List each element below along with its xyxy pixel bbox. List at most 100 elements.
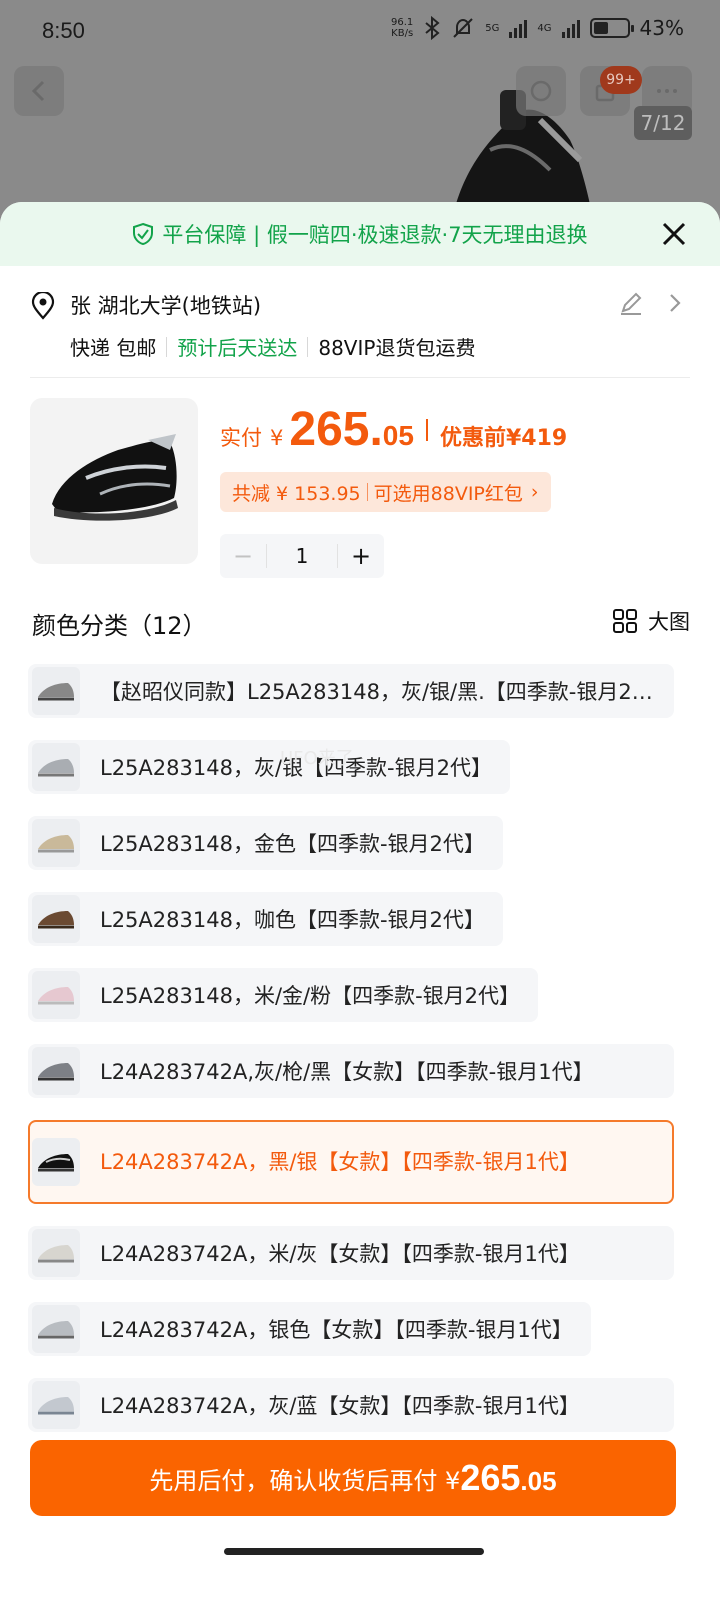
decrease-button[interactable]: −	[220, 542, 266, 570]
variant-option[interactable]: L24A283742A，银色【女款】【四季款-银月1代】	[28, 1302, 591, 1356]
shoe-thumb-icon	[38, 835, 74, 853]
chevron-right-icon[interactable]	[668, 292, 682, 314]
variant-thumbnail	[32, 667, 80, 715]
variant-label: L24A283742A，黑/银【女款】【四季款-银月1代】	[100, 1150, 580, 1174]
watermark: UFO来了	[280, 748, 354, 769]
back-button[interactable]	[14, 66, 64, 116]
status-icons: 96.1 KB/s 5G 4G 43%	[391, 16, 684, 40]
variant-thumbnail	[32, 743, 80, 791]
address-name: 张 湖北大学(地铁站)	[70, 294, 262, 318]
price-before-label: 优惠前	[439, 426, 506, 451]
status-bar: 8:50 96.1 KB/s 5G 4G 43%	[0, 0, 720, 62]
variant-thumbnail	[32, 971, 80, 1019]
big-image-toggle[interactable]: 大图	[612, 606, 690, 636]
shoe-thumb-icon	[38, 683, 74, 701]
discount-pill[interactable]: 共减 ¥ 153.95 可选用88VIP红包 ›	[220, 472, 551, 512]
price-integer: 265.	[289, 403, 383, 456]
close-icon[interactable]	[656, 216, 692, 252]
netspeed-value: 96.1	[391, 17, 414, 28]
variant-label: L25A283148，咖色【四季款-银月2代】	[100, 908, 485, 932]
quantity-value[interactable]: 1	[266, 544, 338, 568]
guarantee-text: 平台保障 | 假一赔四·极速退款·7天无理由退换	[162, 223, 588, 247]
signal-icon-2	[561, 18, 580, 38]
net-4g: 4G	[537, 22, 552, 34]
mute-icon	[453, 18, 474, 38]
variant-option[interactable]: 【赵昭仪同款】L25A283148，灰/银/黑.【四季款-银月2代】	[28, 664, 674, 718]
share-button[interactable]	[516, 66, 566, 116]
variant-label: L24A283742A，银色【女款】【四季款-银月1代】	[100, 1318, 573, 1342]
variant-option[interactable]: L25A283148，灰/银【四季款-银月2代】	[28, 740, 510, 794]
cart-badge: 99+	[600, 66, 642, 94]
variant-label: L24A283742A,灰/枪/黑【女款】【四季款-银月1代】	[100, 1060, 594, 1084]
variant-option[interactable]: L24A283742A,灰/枪/黑【女款】【四季款-银月1代】	[28, 1044, 674, 1098]
variant-thumbnail	[32, 1047, 80, 1095]
vip-return-shipping: 88VIP退货包运费	[318, 336, 476, 360]
chevron-right-icon: ›	[530, 481, 539, 503]
amount-integer: 265	[460, 1457, 521, 1498]
shipping-method: 快递 包邮	[70, 336, 157, 360]
color-section-title: 颜色分类（12）	[32, 612, 207, 640]
sku-selection-sheet: 平台保障 | 假一赔四·极速退款·7天无理由退换 张 湖北大学(地铁站) 快递 …	[0, 202, 720, 1600]
netspeed-unit: KB/s	[391, 28, 414, 39]
price-decimal: 05	[382, 420, 414, 451]
shoe-thumb-icon	[38, 1245, 74, 1263]
image-pager: 7/12	[634, 106, 692, 140]
net-5g: 5G	[485, 22, 500, 34]
battery-percent: 43%	[639, 16, 684, 40]
actual-pay-label: 实付	[220, 426, 262, 450]
product-summary: 实付 ¥ 265. 05 优惠前 ¥419 共减 ¥ 153.95 可选用88V…	[30, 378, 690, 578]
network-speed: 96.1 KB/s	[391, 17, 413, 39]
divider	[166, 336, 168, 357]
variant-thumbnail	[32, 819, 80, 867]
pay-button-amount: 265.05	[460, 1457, 556, 1499]
variant-label: L24A283742A，米/灰【女款】【四季款-银月1代】	[100, 1242, 580, 1266]
variant-option[interactable]: L25A283148，咖色【四季款-银月2代】	[28, 892, 503, 946]
increase-button[interactable]: +	[338, 542, 384, 570]
amount-decimal: .05	[520, 1466, 557, 1496]
variant-option[interactable]: L25A283148，米/金/粉【四季款-银月2代】	[28, 968, 539, 1022]
price-before-value: ¥419	[505, 426, 568, 451]
delivery-address[interactable]: 张 湖北大学(地铁站) 快递 包邮 预计后天送达 88VIP退货包运费	[30, 266, 690, 378]
shoe-thumb-icon	[38, 987, 74, 1005]
location-pin-icon	[31, 292, 55, 320]
vip-red-packet: 可选用88VIP红包	[373, 482, 523, 505]
chevron-left-icon	[31, 80, 45, 102]
battery-icon	[589, 18, 634, 38]
product-thumbnail[interactable]	[30, 398, 198, 564]
pay-later-button[interactable]: 先用后付，确认收货后再付 ¥ 265.05	[30, 1440, 676, 1516]
variant-thumbnail	[32, 1305, 80, 1353]
shoe-thumb-icon	[38, 759, 74, 777]
more-icon	[657, 89, 677, 93]
shipping-info: 快递 包邮 预计后天送达 88VIP退货包运费	[70, 332, 475, 361]
divider	[425, 418, 428, 441]
variant-option[interactable]: L25A283148，金色【四季款-银月2代】	[28, 816, 503, 870]
grid-icon	[613, 609, 637, 633]
delivery-eta: 预计后天送达	[177, 336, 298, 360]
divider	[366, 483, 368, 501]
variant-option-selected[interactable]: L24A283742A，黑/银【女款】【四季款-银月1代】	[28, 1120, 674, 1204]
platform-guarantee-banner: 平台保障 | 假一赔四·极速退款·7天无理由退换	[0, 202, 720, 266]
quantity-stepper: − 1 +	[220, 534, 384, 578]
variant-option[interactable]: L24A283742A，米/灰【女款】【四季款-银月1代】	[28, 1226, 674, 1280]
variant-label: L25A283148，金色【四季款-银月2代】	[100, 832, 485, 856]
edit-icon[interactable]	[618, 290, 644, 316]
big-image-label: 大图	[648, 610, 690, 634]
variant-thumbnail	[32, 1381, 80, 1429]
total-discount: 共减 ¥ 153.95	[232, 482, 361, 505]
pay-button-text: 先用后付，确认收货后再付 ¥	[149, 1466, 461, 1495]
color-variant-list: 【赵昭仪同款】L25A283148，灰/银/黑.【四季款-银月2代】 L25A2…	[28, 664, 676, 1454]
currency-symbol: ¥	[270, 426, 284, 450]
signal-icon	[509, 18, 528, 38]
shoe-thumb-icon	[38, 1154, 74, 1172]
variant-option[interactable]: L24A283742A，灰/蓝【女款】【四季款-银月1代】	[28, 1378, 674, 1432]
home-indicator[interactable]	[224, 1548, 484, 1555]
bluetooth-icon	[425, 16, 440, 40]
shoe-thumb-icon	[38, 1321, 74, 1339]
shoe-image	[52, 434, 178, 521]
variant-label: L25A283148，米/金/粉【四季款-银月2代】	[100, 984, 521, 1008]
variant-thumbnail	[32, 1229, 80, 1277]
variant-thumbnail	[32, 895, 80, 943]
shoe-thumb-icon	[38, 1397, 74, 1415]
divider	[307, 336, 309, 357]
variant-label: 【赵昭仪同款】L25A283148，灰/银/黑.【四季款-银月2代】	[100, 680, 656, 704]
